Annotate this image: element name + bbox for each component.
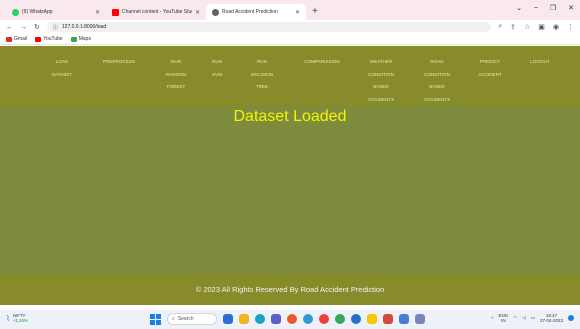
app-icon[interactable] xyxy=(415,314,425,324)
youtube-icon xyxy=(35,36,42,42)
nav-logout[interactable]: LOGOUT xyxy=(512,56,568,69)
taskbar-search[interactable]: ⌕ Search xyxy=(167,313,217,325)
bookmark-gmail[interactable]: Gmail xyxy=(6,36,27,42)
battery-icon[interactable]: ▭ xyxy=(531,315,535,321)
chrome-icon[interactable] xyxy=(319,314,329,324)
nav-predict-accident[interactable]: PREDICT ACCIDENT xyxy=(462,56,518,81)
bookmark-youtube[interactable]: YouTube xyxy=(35,36,63,42)
language-indicator[interactable]: ENG IN xyxy=(499,313,509,323)
tab-label: Channel content - YouTube Studio xyxy=(122,9,192,15)
zoom-icon[interactable]: ⌕ xyxy=(498,23,502,31)
windows-start-icon[interactable] xyxy=(150,313,161,325)
nav-bar: LOAD DATASET PREPROCESS RUN RANDOM FORES… xyxy=(0,46,580,106)
new-tab-button[interactable]: + xyxy=(312,6,318,17)
close-icon[interactable]: ✕ xyxy=(295,9,300,16)
chevron-down-icon[interactable]: ⌄ xyxy=(516,4,522,12)
search-placeholder: Search xyxy=(177,316,194,322)
search-icon: ⌕ xyxy=(172,316,175,322)
profile-icon[interactable]: ◉ xyxy=(553,23,559,31)
forward-icon[interactable]: → xyxy=(20,24,27,31)
nav-preprocess[interactable]: PREPROCESS xyxy=(91,56,147,69)
tab-youtube-studio[interactable]: Channel content - YouTube Studio ✕ xyxy=(106,4,206,20)
edge-icon[interactable] xyxy=(255,314,265,324)
task-view-icon[interactable] xyxy=(223,314,233,324)
app-icon[interactable] xyxy=(287,314,297,324)
tab-label: (9) WhatsApp xyxy=(22,9,53,15)
app-icon[interactable] xyxy=(335,314,345,324)
stock-widget[interactable]: ⌇ NIFTY +1.24% xyxy=(6,313,28,323)
toolbar-icons: ⌕ ⇪ ☆ ▣ ◉ ⋮ xyxy=(498,23,574,31)
url-field[interactable]: ⓘ 127.0.0.1:8000/load xyxy=(46,22,492,32)
url-text: 127.0.0.1:8000/load xyxy=(61,24,107,30)
clock-date: 27-04-2023 xyxy=(539,318,563,323)
tab-road-accident-prediction[interactable]: Road Accident Prediction ✕ xyxy=(206,4,306,20)
volume-icon[interactable]: ◁ xyxy=(522,315,525,321)
footer-text: © 2023 All Rights Reserved By Road Accid… xyxy=(195,285,385,294)
info-icon[interactable]: ⓘ xyxy=(53,24,58,31)
gmail-icon xyxy=(6,36,12,42)
chevron-up-icon[interactable]: ^ xyxy=(491,316,493,321)
app-icon[interactable] xyxy=(351,314,361,324)
app-icon[interactable] xyxy=(367,314,377,324)
browser-tab-strip: (9) WhatsApp ✕ Channel content - YouTube… xyxy=(0,0,580,20)
bookmark-maps[interactable]: Maps xyxy=(70,36,91,42)
nav-road-condition[interactable]: ROAD CONDITION BASED ACCIDENTS xyxy=(409,56,465,106)
language-region: IN xyxy=(501,318,506,323)
nav-weather-condition[interactable]: WEATHER CONDITION BASED ACCIDENTS xyxy=(353,56,409,106)
app-icon[interactable] xyxy=(303,314,313,324)
address-bar-row: ← → ↻ ⓘ 127.0.0.1:8000/load ⌕ ⇪ ☆ ▣ ◉ ⋮ xyxy=(0,20,580,34)
close-icon[interactable]: ✕ xyxy=(195,9,200,16)
taskbar-apps: ⌕ Search xyxy=(150,313,425,325)
maps-icon xyxy=(70,36,77,42)
reload-icon[interactable]: ↻ xyxy=(34,23,40,31)
chart-icon: ⌇ xyxy=(6,313,10,323)
stock-widget-text: NIFTY +1.24% xyxy=(13,313,28,323)
close-icon[interactable]: ✕ xyxy=(95,9,100,16)
star-icon[interactable]: ☆ xyxy=(524,23,530,31)
tab-whatsapp[interactable]: (9) WhatsApp ✕ xyxy=(6,4,106,20)
menu-icon[interactable]: ⋮ xyxy=(567,23,574,31)
wifi-icon[interactable]: ◠ xyxy=(513,315,517,321)
nav-comparission[interactable]: COMPARISSION xyxy=(294,56,350,69)
back-icon[interactable]: ← xyxy=(6,24,13,31)
minimize-icon[interactable]: – xyxy=(534,4,538,12)
bookmark-label: YouTube xyxy=(43,36,63,42)
bookmark-label: Maps xyxy=(78,36,91,42)
window-controls: ⌄ – ❐ ✕ xyxy=(516,4,574,12)
bookmarks-bar: Gmail YouTube Maps xyxy=(0,34,580,45)
system-tray: ^ ENG IN ◠ ◁ ▭ 18:47 27-04-2023 xyxy=(491,313,574,323)
page-title: Dataset Loaded xyxy=(233,108,347,125)
close-window-icon[interactable]: ✕ xyxy=(568,4,574,12)
app-icon[interactable] xyxy=(383,314,393,324)
maximize-icon[interactable]: ❐ xyxy=(550,4,556,12)
web-page: LOAD DATASET PREPROCESS RUN RANDOM FORES… xyxy=(0,46,580,305)
chat-icon[interactable] xyxy=(271,314,281,324)
share-icon[interactable]: ⇪ xyxy=(510,23,516,31)
nav-load-dataset[interactable]: LOAD DATASET xyxy=(34,56,90,81)
notification-icon[interactable] xyxy=(568,315,574,321)
bookmark-label: Gmail xyxy=(14,36,28,42)
app-icon[interactable] xyxy=(399,314,409,324)
windows-taskbar: ⌇ NIFTY +1.24% ⌕ Search ^ ENG IN ◠ ◁ ▭ 1… xyxy=(0,310,580,329)
globe-icon xyxy=(212,8,219,16)
clock[interactable]: 18:47 27-04-2023 xyxy=(540,313,563,323)
sidepanel-icon[interactable]: ▣ xyxy=(538,23,545,31)
stock-change: +1.24% xyxy=(12,318,28,323)
whatsapp-icon xyxy=(12,8,19,16)
youtube-icon xyxy=(112,8,119,16)
page-footer: © 2023 All Rights Reserved By Road Accid… xyxy=(0,274,580,305)
tab-label: Road Accident Prediction xyxy=(222,9,278,15)
nav-run-decision-tree[interactable]: RUN DECISION TREE xyxy=(234,56,290,94)
file-explorer-icon[interactable] xyxy=(239,314,249,324)
